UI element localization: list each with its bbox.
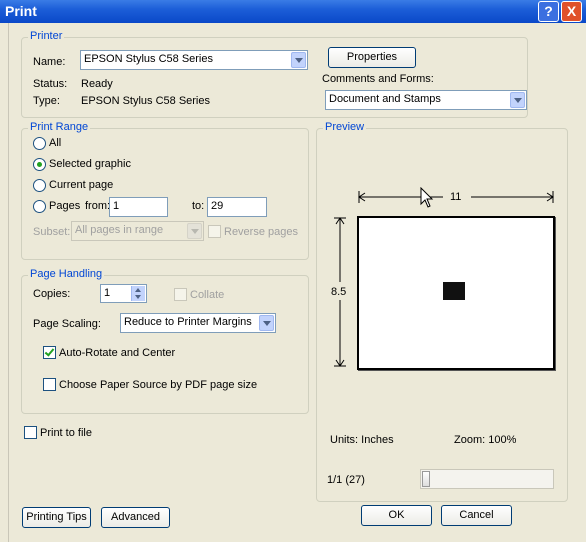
reverse-pages-label[interactable]: Reverse pages <box>224 226 298 238</box>
chevron-down-icon[interactable] <box>187 223 202 239</box>
collate-label[interactable]: Collate <box>190 289 224 301</box>
pages-to-label: to: <box>192 200 205 212</box>
chevron-down-icon[interactable] <box>259 315 274 331</box>
printing-tips-button[interactable]: Printing Tips <box>22 507 91 528</box>
subset-select[interactable]: All pages in range <box>71 221 204 241</box>
subset-value: All pages in range <box>75 224 164 236</box>
pages-to-input[interactable]: 29 <box>207 197 267 217</box>
paper-source-checkbox[interactable] <box>43 378 56 391</box>
print-to-file-label[interactable]: Print to file <box>40 427 92 439</box>
preview-group-title: Preview <box>323 121 367 133</box>
status-value: Ready <box>81 78 113 90</box>
preview-width-label: 11 <box>450 191 462 203</box>
pages-from-label: from: <box>85 200 111 212</box>
reverse-pages-checkbox[interactable] <box>208 225 221 238</box>
zoom-label: Zoom: 100% <box>454 434 517 446</box>
radio-pages[interactable] <box>33 200 46 213</box>
pages-from-input[interactable]: 1 <box>109 197 168 217</box>
page-scaling-label: Page Scaling: <box>33 318 101 330</box>
radio-all[interactable] <box>33 137 46 150</box>
advanced-button[interactable]: Advanced <box>101 507 170 528</box>
radio-current-page[interactable] <box>33 179 46 192</box>
page-counter: 1/1 (27) <box>327 474 365 486</box>
auto-rotate-label[interactable]: Auto-Rotate and Center <box>59 347 175 359</box>
close-button[interactable]: X <box>561 1 582 22</box>
properties-button[interactable]: Properties <box>328 47 416 68</box>
page-scaling-value: Reduce to Printer Margins <box>124 316 252 328</box>
type-value: EPSON Stylus C58 Series <box>81 95 210 107</box>
cancel-button[interactable]: Cancel <box>441 505 512 526</box>
units-label: Units: Inches <box>330 434 394 446</box>
preview-page-slider[interactable] <box>420 469 554 489</box>
auto-rotate-checkbox[interactable] <box>43 346 56 359</box>
radio-all-label[interactable]: All <box>49 137 61 149</box>
paper-source-label[interactable]: Choose Paper Source by PDF page size <box>59 379 257 391</box>
page-handling-group-title: Page Handling <box>28 268 105 280</box>
slider-handle[interactable] <box>422 471 430 487</box>
subset-label: Subset: <box>33 226 71 238</box>
print-to-file-checkbox[interactable] <box>24 426 37 439</box>
comments-forms-label: Comments and Forms: <box>322 73 434 85</box>
printer-name-label: Name: <box>33 56 66 68</box>
page-scaling-select[interactable]: Reduce to Printer Margins <box>120 313 276 333</box>
status-label: Status: <box>33 78 68 90</box>
comments-forms-select[interactable]: Document and Stamps <box>325 90 527 110</box>
help-button[interactable]: ? <box>538 1 559 22</box>
title-bar: Print ? X <box>0 0 586 23</box>
radio-selected-graphic[interactable] <box>33 158 46 171</box>
printer-name-select[interactable]: EPSON Stylus C58 Series <box>80 50 308 70</box>
radio-selected-graphic-label[interactable]: Selected graphic <box>49 158 131 170</box>
mouse-cursor-icon <box>420 187 434 208</box>
copies-stepper[interactable] <box>131 286 145 301</box>
printer-group-title: Printer <box>28 30 65 42</box>
preview-height-label: 8.5 <box>331 286 347 298</box>
copies-input[interactable]: 1 <box>100 284 147 303</box>
copies-label: Copies: <box>33 288 71 300</box>
type-label: Type: <box>33 95 60 107</box>
radio-pages-label[interactable]: Pages <box>49 200 80 212</box>
window-title: Print <box>5 3 37 19</box>
comments-forms-value: Document and Stamps <box>329 93 441 105</box>
ok-button[interactable]: OK <box>361 505 432 526</box>
printer-name-value: EPSON Stylus C58 Series <box>84 53 213 65</box>
chevron-down-icon[interactable] <box>510 92 525 108</box>
collate-checkbox[interactable] <box>174 288 187 301</box>
window-left-frame <box>0 23 9 542</box>
chevron-down-icon[interactable] <box>291 52 306 68</box>
copies-value: 1 <box>104 287 111 299</box>
preview-graphic-thumbnail <box>443 282 465 300</box>
print-range-group-title: Print Range <box>28 121 91 133</box>
radio-current-page-label[interactable]: Current page <box>49 179 113 191</box>
